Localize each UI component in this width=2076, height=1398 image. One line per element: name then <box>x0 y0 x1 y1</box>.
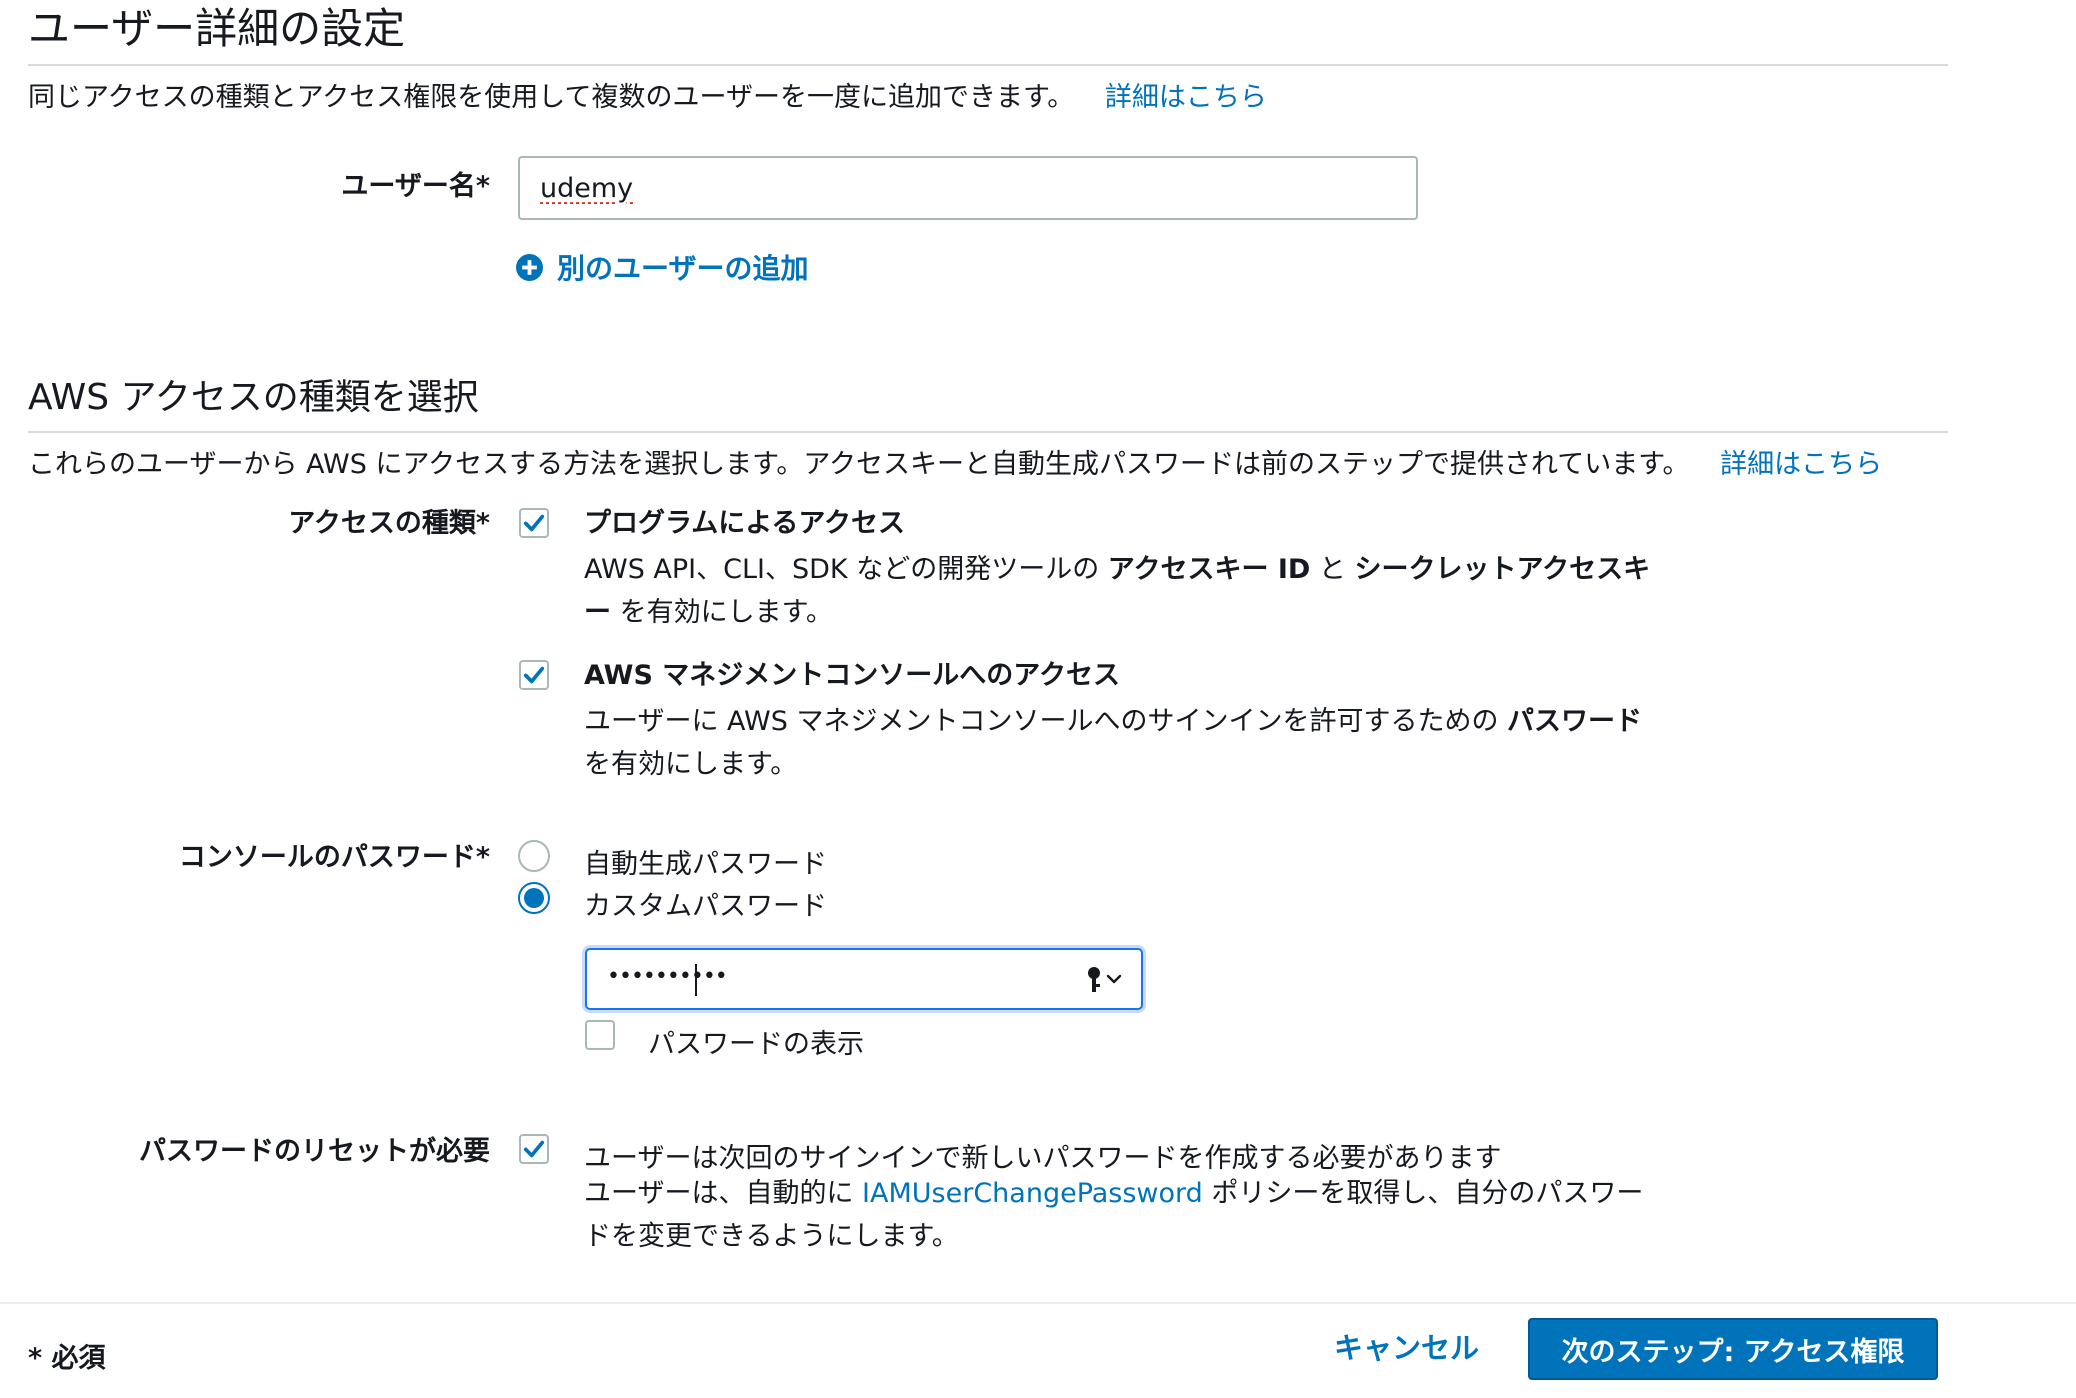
auto-password-radio[interactable] <box>518 840 550 872</box>
plus-circle-icon <box>516 253 543 281</box>
cancel-button[interactable]: キャンセル <box>1334 1334 1479 1363</box>
key-icon[interactable] <box>1085 966 1103 994</box>
show-password-label: パスワードの表示 <box>648 1029 864 1060</box>
desc-text: を有効にします。 <box>611 597 833 628</box>
learn-more-link[interactable]: 詳細はこちら <box>1105 82 1267 113</box>
check-icon <box>523 664 545 686</box>
custom-password-radio[interactable] <box>518 882 550 914</box>
access-section-description-text: これらのユーザーから AWS にアクセスする方法を選択します。アクセスキーと自動… <box>28 449 1690 480</box>
console-access-checkbox[interactable] <box>519 660 549 690</box>
check-icon <box>523 1138 545 1160</box>
console-access-description: ユーザーに AWS マネジメントコンソールへのサインインを許可するための パスワ… <box>584 700 1642 786</box>
desc-bold: アクセスキー ID <box>1107 554 1311 585</box>
programmatic-access-title: プログラムによるアクセス <box>584 508 906 539</box>
console-password-label: コンソールのパスワード* <box>178 842 490 873</box>
show-password-checkbox[interactable] <box>585 1020 615 1050</box>
desc-text: ユーザーは、自動的に <box>584 1178 863 1209</box>
access-type-label: アクセスの種類* <box>288 508 490 539</box>
custom-password-input[interactable]: •••••••••• <box>585 948 1143 1010</box>
desc-text: を有効にします。 <box>584 749 798 780</box>
console-access-title: AWS マネジメントコンソールへのアクセス <box>584 660 1120 691</box>
auto-password-label: 自動生成パスワード <box>584 849 827 880</box>
add-user-label: 別のユーザーの追加 <box>557 252 809 285</box>
desc-text: AWS API、CLI、SDK などの開発ツールの <box>584 554 1108 585</box>
text-cursor <box>695 964 697 996</box>
check-icon <box>523 512 545 534</box>
required-note: * 必須 <box>28 1343 106 1374</box>
divider <box>28 431 1948 433</box>
divider <box>28 64 1948 66</box>
chevron-down-icon[interactable] <box>1105 970 1123 988</box>
iam-policy-link[interactable]: IAMUserChangePassword <box>862 1178 1203 1209</box>
password-reset-description: ユーザーは、自動的に IAMUserChangePassword ポリシーを取得… <box>584 1172 1643 1258</box>
username-label: ユーザー名* <box>341 171 490 202</box>
user-details-description-text: 同じアクセスの種類とアクセス権限を使用して複数のユーザーを一度に追加できます。 <box>28 82 1075 113</box>
footer-divider <box>0 1302 2076 1304</box>
radio-selected-dot <box>524 888 544 908</box>
custom-password-label: カスタムパスワード <box>584 891 827 922</box>
programmatic-access-description: AWS API、CLI、SDK などの開発ツールの アクセスキー ID と シー… <box>584 548 1650 634</box>
user-details-description: 同じアクセスの種類とアクセス権限を使用して複数のユーザーを一度に追加できます。 … <box>28 84 1267 111</box>
learn-more-link[interactable]: 詳細はこちら <box>1720 449 1882 480</box>
username-input[interactable] <box>518 156 1418 220</box>
programmatic-access-checkbox[interactable] <box>519 508 549 538</box>
password-reset-title: ユーザーは次回のサインインで新しいパスワードを作成する必要があります <box>584 1143 1502 1174</box>
desc-bold: パスワード <box>1507 706 1643 737</box>
access-section-title: AWS アクセスの種類を選択 <box>28 377 479 418</box>
access-section-description: これらのユーザーから AWS にアクセスする方法を選択します。アクセスキーと自動… <box>28 451 1882 478</box>
password-dots: •••••••••• <box>607 964 728 989</box>
page-title: ユーザー詳細の設定 <box>28 4 406 53</box>
password-reset-label: パスワードのリセットが必要 <box>139 1136 490 1167</box>
desc-text: と <box>1310 554 1355 585</box>
desc-bold: ー <box>584 597 611 628</box>
desc-text: ポリシーを取得し、自分のパスワー <box>1202 1178 1644 1209</box>
password-reset-checkbox[interactable] <box>519 1134 549 1164</box>
desc-text: ユーザーに AWS マネジメントコンソールへのサインインを許可するための <box>584 706 1508 737</box>
desc-text: ドを変更できるようにします。 <box>584 1221 959 1252</box>
add-user-link[interactable]: 別のユーザーの追加 <box>516 247 808 287</box>
next-step-button[interactable]: 次のステップ: アクセス権限 <box>1528 1318 1938 1380</box>
desc-bold: シークレットアクセスキ <box>1354 554 1651 585</box>
